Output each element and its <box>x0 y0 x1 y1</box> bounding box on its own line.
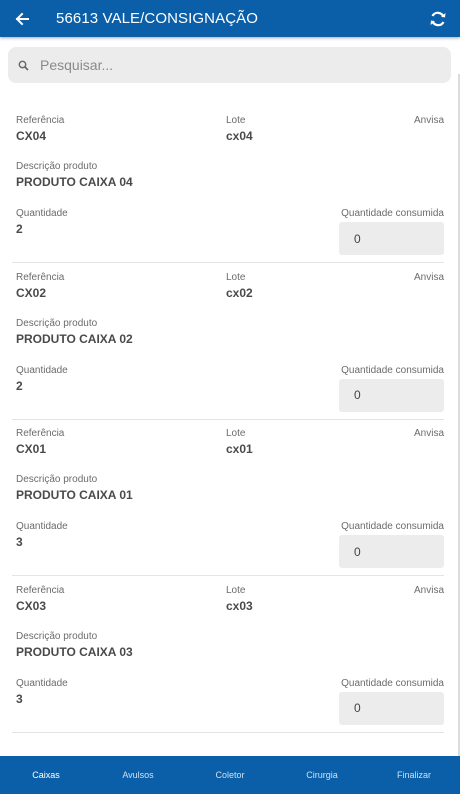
page-title: 56613 VALE/CONSIGNAÇÃO <box>56 10 259 27</box>
anvisa-label: Anvisa <box>413 271 444 283</box>
tab-finalizar[interactable]: Finalizar <box>368 756 460 794</box>
quantidade-label: Quantidade <box>16 677 68 689</box>
descricao-label: Descrição produto <box>16 474 98 485</box>
referencia-value: CX04 <box>16 129 47 143</box>
lote-label: Lote <box>226 271 246 283</box>
quantidade-value: 2 <box>16 378 23 393</box>
tab-coletor[interactable]: Coletor <box>184 756 276 794</box>
descricao-label: Descrição produto <box>16 161 98 172</box>
product-card: Referência CX04 Lote cx04 Anvisa Descriç… <box>0 115 460 272</box>
quantidade-consumida-label: Quantidade consumida <box>341 521 444 532</box>
bottom-tab-bar: Caixas Avulsos Coletor Cirurgia Finalizar <box>0 756 460 794</box>
tab-avulsos[interactable]: Avulsos <box>92 756 184 794</box>
card-divider <box>12 418 444 420</box>
back-button[interactable] <box>0 0 44 37</box>
descricao-value: PRODUTO CAIXA 01 <box>16 488 133 502</box>
quantidade-value: 2 <box>16 222 23 236</box>
descricao-label: Descrição produto <box>16 630 98 642</box>
quantidade-label: Quantidade <box>16 208 68 219</box>
referencia-value: CX03 <box>16 598 47 613</box>
card-divider <box>12 575 444 576</box>
anvisa-label: Anvisa <box>413 428 444 439</box>
quantidade-consumida-input[interactable]: 0 <box>339 222 444 255</box>
referencia-label: Referência <box>16 115 65 126</box>
lote-label: Lote <box>226 584 246 596</box>
quantidade-consumida-input[interactable]: 0 <box>339 535 444 568</box>
anvisa-label: Anvisa <box>413 584 444 596</box>
quantidade-label: Quantidade <box>16 364 68 376</box>
descricao-value: PRODUTO CAIXA 03 <box>16 644 133 659</box>
arrow-left-icon <box>15 12 29 25</box>
card-divider <box>12 731 444 733</box>
lote-value: cx04 <box>226 129 253 143</box>
app-header: 56613 VALE/CONSIGNAÇÃO <box>0 0 460 37</box>
product-card: Referência CX02 Lote cx02 Anvisa Descriç… <box>0 272 460 429</box>
quantidade-consumida-label: Quantidade consumida <box>341 208 444 219</box>
descricao-value: PRODUTO CAIXA 02 <box>16 331 133 346</box>
quantidade-consumida-input[interactable]: 0 <box>339 691 444 725</box>
lote-label: Lote <box>226 115 246 126</box>
product-list: Referência CX04 Lote cx04 Anvisa Descriç… <box>0 115 460 741</box>
quantidade-consumida-label: Quantidade consumida <box>341 364 444 376</box>
referencia-label: Referência <box>16 271 65 283</box>
lote-value: cx01 <box>226 442 253 456</box>
referencia-value: CX02 <box>16 285 47 300</box>
quantidade-value: 3 <box>16 691 23 706</box>
search-input[interactable] <box>40 57 430 73</box>
card-divider <box>12 262 444 263</box>
quantidade-consumida-input[interactable]: 0 <box>339 378 444 412</box>
search-icon <box>10 60 36 71</box>
search-bar[interactable] <box>8 47 451 83</box>
anvisa-label: Anvisa <box>413 115 444 126</box>
referencia-label: Referência <box>16 428 65 439</box>
lote-value: cx03 <box>226 598 253 613</box>
quantidade-consumida-label: Quantidade consumida <box>341 677 444 689</box>
lote-label: Lote <box>226 428 246 439</box>
lote-value: cx02 <box>226 285 253 300</box>
referencia-value: CX01 <box>16 442 47 456</box>
descricao-label: Descrição produto <box>16 317 98 329</box>
referencia-label: Referência <box>16 584 65 596</box>
tab-cirurgia[interactable]: Cirurgia <box>276 756 368 794</box>
quantidade-value: 3 <box>16 535 23 549</box>
refresh-button[interactable] <box>416 0 460 37</box>
product-card: Referência CX03 Lote cx03 Anvisa Descriç… <box>0 585 460 742</box>
refresh-icon <box>430 11 446 26</box>
descricao-value: PRODUTO CAIXA 04 <box>16 175 133 189</box>
main-content: Referência CX04 Lote cx04 Anvisa Descriç… <box>0 37 460 756</box>
tab-caixas[interactable]: Caixas <box>0 756 92 794</box>
product-card: Referência CX01 Lote cx01 Anvisa Descriç… <box>0 428 460 585</box>
quantidade-label: Quantidade <box>16 521 68 532</box>
